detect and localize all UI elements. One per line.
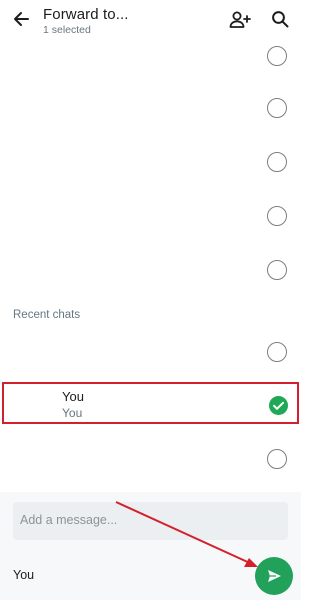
message-placeholder: Add a message... bbox=[20, 513, 118, 527]
selected-chat-row[interactable]: You You bbox=[2, 382, 299, 424]
list-item[interactable] bbox=[0, 245, 301, 299]
recent-chats-header: Recent chats bbox=[13, 309, 81, 321]
checkmark-icon[interactable] bbox=[269, 396, 288, 415]
select-radio[interactable] bbox=[267, 46, 287, 66]
message-input[interactable]: Add a message... bbox=[13, 502, 288, 540]
select-radio[interactable] bbox=[267, 260, 287, 280]
send-icon bbox=[266, 568, 282, 584]
list-item[interactable] bbox=[0, 137, 301, 191]
select-radio[interactable] bbox=[267, 449, 287, 469]
list-item[interactable] bbox=[0, 83, 301, 137]
add-person-icon[interactable] bbox=[229, 10, 251, 30]
list-item[interactable] bbox=[0, 191, 301, 245]
chat-name: You bbox=[62, 389, 84, 404]
arrow-left-icon[interactable] bbox=[11, 9, 31, 29]
list-item[interactable] bbox=[0, 29, 301, 83]
select-radio[interactable] bbox=[267, 152, 287, 172]
recipient-list: You bbox=[13, 568, 35, 582]
chat-subtitle: You bbox=[62, 406, 83, 420]
list-item[interactable] bbox=[0, 432, 301, 486]
select-radio[interactable] bbox=[267, 206, 287, 226]
search-icon[interactable] bbox=[271, 10, 289, 28]
list-item[interactable] bbox=[0, 325, 301, 379]
select-radio[interactable] bbox=[267, 98, 287, 118]
select-radio[interactable] bbox=[267, 342, 287, 362]
send-button[interactable] bbox=[255, 557, 293, 595]
page-title: Forward to... bbox=[43, 6, 129, 23]
